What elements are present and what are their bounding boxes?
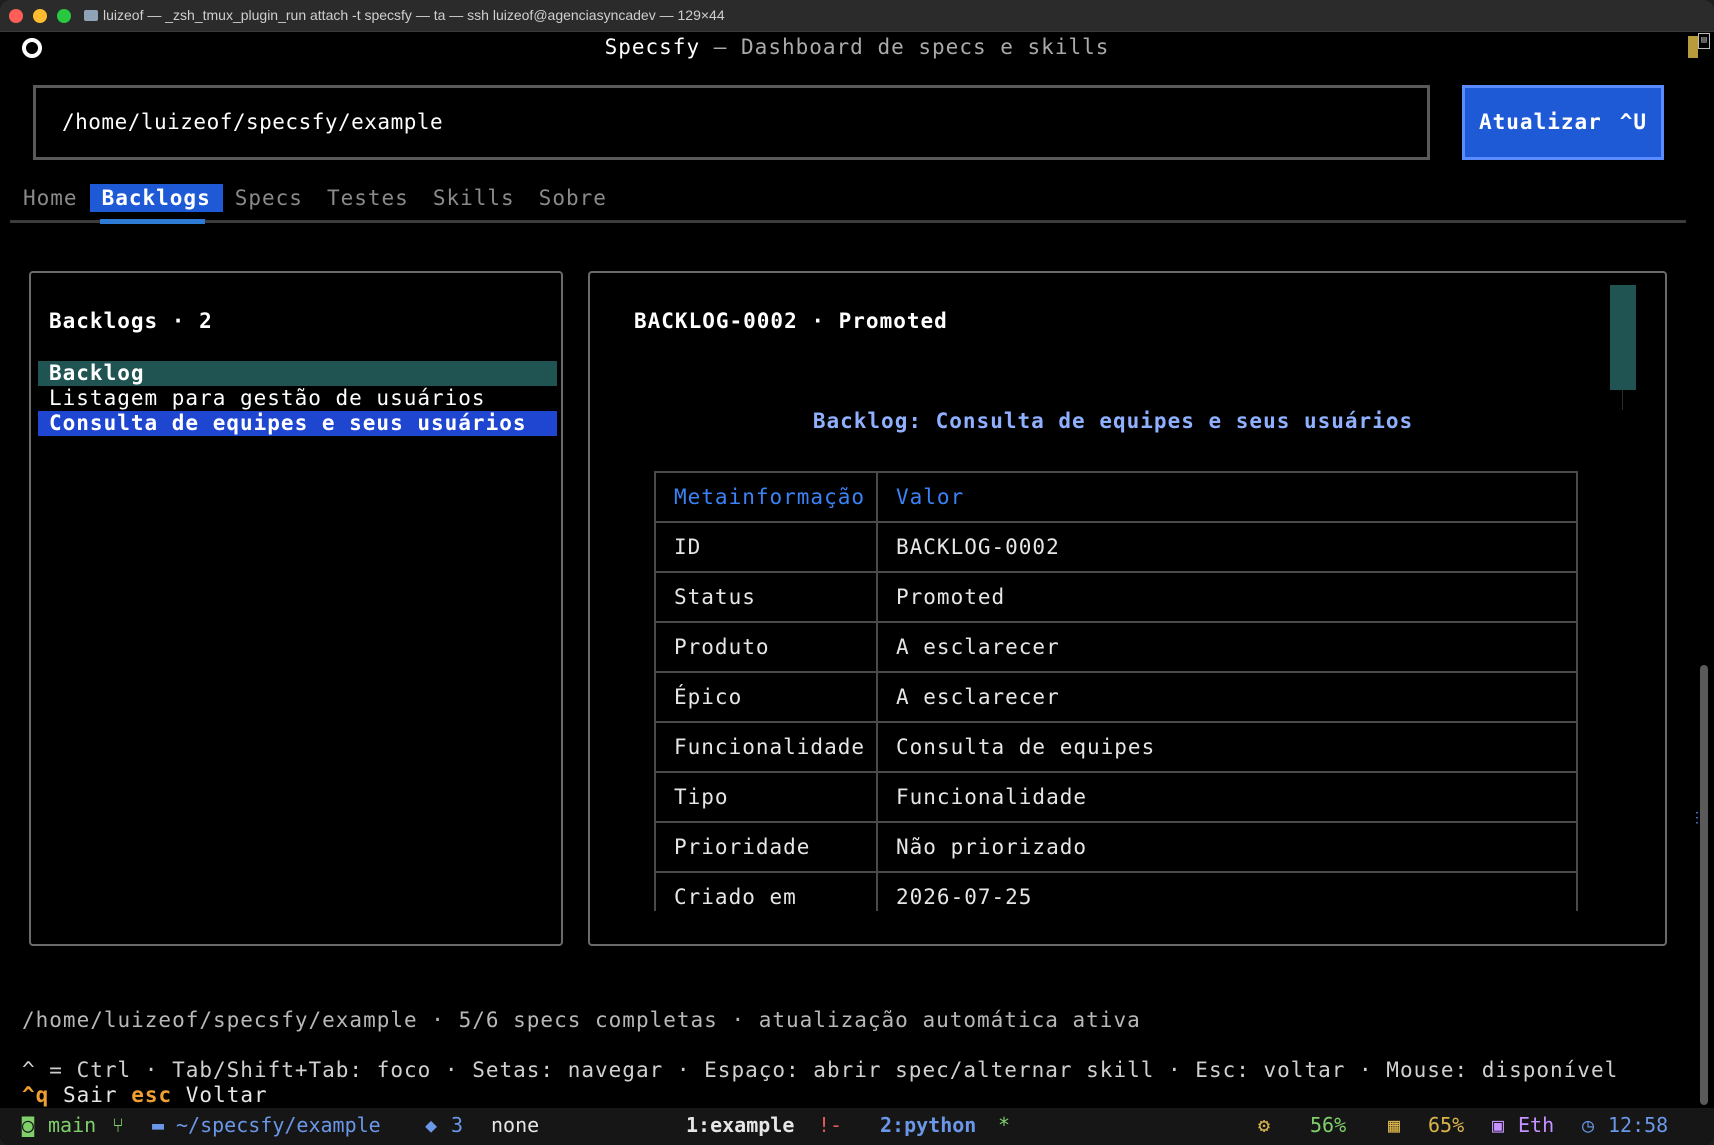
scroll-marker bbox=[1688, 36, 1698, 58]
meta-key: Épico bbox=[654, 671, 878, 723]
git-branch: main bbox=[48, 1113, 97, 1137]
detail-panel-title: BACKLOG-0002 · Promoted bbox=[634, 309, 948, 333]
shortcut-bar: ^q Sair esc Voltar bbox=[22, 1083, 268, 1107]
network-type: Eth bbox=[1518, 1113, 1555, 1137]
folder-icon: ▬ bbox=[152, 1113, 165, 1137]
terminal-window: luizeof — _zsh_tmux_plugin_run attach -t… bbox=[0, 0, 1714, 1145]
detail-heading: Backlog: Consulta de equipes e seus usuá… bbox=[812, 409, 1414, 433]
list-panel-title: Backlogs · 2 bbox=[49, 309, 213, 333]
meta-key: Criado em bbox=[654, 871, 878, 911]
app-subtitle: — Dashboard de specs e skills bbox=[700, 35, 1110, 59]
current-path: ~/specsfy/example bbox=[176, 1113, 381, 1137]
list-item[interactable]: Listagem para gestão de usuários bbox=[38, 386, 557, 411]
meta-value: A esclarecer bbox=[876, 621, 1578, 673]
refresh-shortcut-hint: ^U bbox=[1619, 110, 1647, 134]
meta-key: Produto bbox=[654, 621, 878, 673]
table-row: Status Promoted bbox=[654, 571, 1578, 623]
cpu-icon: ⚙ bbox=[1258, 1113, 1271, 1137]
table-row: Funcionalidade Consulta de equipes bbox=[654, 721, 1578, 773]
meta-key: Prioridade bbox=[654, 821, 878, 873]
close-window-button[interactable] bbox=[9, 9, 23, 23]
meta-key: ID bbox=[654, 521, 878, 573]
backlog-detail-panel[interactable]: BACKLOG-0002 · Promoted Backlog: Consult… bbox=[588, 271, 1667, 946]
detail-scrollbar[interactable] bbox=[1610, 285, 1636, 410]
meta-value: Consulta de equipes bbox=[876, 721, 1578, 773]
detail-scrollbar-track bbox=[1622, 390, 1636, 410]
app-name: Specsfy bbox=[604, 35, 701, 59]
backlog-list: Backlog Listagem para gestão de usuários… bbox=[38, 361, 557, 436]
meta-value: A esclarecer bbox=[876, 671, 1578, 723]
zoom-window-button[interactable] bbox=[57, 9, 71, 23]
table-header-row: Metainformação Valor bbox=[654, 471, 1578, 523]
path-input[interactable]: /home/luizeof/specsfy/example bbox=[33, 85, 1430, 160]
tab-bar: Home Backlogs Specs Testes Skills Sobre bbox=[22, 184, 619, 212]
table-row: Épico A esclarecer bbox=[654, 671, 1578, 723]
split-view-icon[interactable]: ▤ bbox=[1698, 33, 1710, 49]
tab-backlogs[interactable]: Backlogs bbox=[89, 184, 223, 212]
meta-value: Funcionalidade bbox=[876, 771, 1578, 823]
list-item-selected[interactable]: Consulta de equipes e seus usuários bbox=[38, 411, 557, 436]
network-icon: ▣ bbox=[1492, 1113, 1505, 1137]
clock-time: 12:58 bbox=[1608, 1113, 1669, 1137]
meta-value: BACKLOG-0002 bbox=[876, 521, 1578, 573]
memory-icon: ▦ bbox=[1388, 1113, 1401, 1137]
docker-count: 3 bbox=[451, 1113, 464, 1137]
refresh-button[interactable]: Atualizar ^U bbox=[1462, 85, 1664, 160]
app-header: Specsfy — Dashboard de specs e skills bbox=[0, 35, 1714, 59]
meta-value: Promoted bbox=[876, 571, 1578, 623]
quit-label[interactable]: Sair bbox=[63, 1083, 118, 1107]
column-header: Metainformação bbox=[654, 471, 878, 523]
tab-specs[interactable]: Specs bbox=[223, 184, 315, 212]
column-header: Valor bbox=[876, 471, 1578, 523]
help-line: ^ = Ctrl · Tab/Shift+Tab: foco · Setas: … bbox=[22, 1058, 1619, 1082]
tmux-window-python[interactable]: 2:python bbox=[880, 1113, 976, 1137]
window-flag: * bbox=[998, 1113, 1011, 1137]
meta-value: Não priorizado bbox=[876, 821, 1578, 873]
detail-scrollbar-thumb[interactable] bbox=[1610, 285, 1636, 390]
back-label[interactable]: Voltar bbox=[186, 1083, 268, 1107]
meta-value: 2026-07-25 bbox=[876, 871, 1578, 911]
metadata-table: Metainformação Valor ID BACKLOG-0002 Stat… bbox=[654, 471, 1578, 911]
memory-usage: 65% bbox=[1428, 1113, 1465, 1137]
quit-key: ^q bbox=[22, 1083, 50, 1107]
cat-icon: ◙ bbox=[22, 1113, 35, 1137]
table-row: ID BACKLOG-0002 bbox=[654, 521, 1578, 573]
window-title: luizeof — _zsh_tmux_plugin_run attach -t… bbox=[103, 7, 725, 23]
refresh-button-label: Atualizar bbox=[1479, 110, 1602, 134]
tab-home[interactable]: Home bbox=[22, 184, 90, 212]
tab-skills[interactable]: Skills bbox=[421, 184, 527, 212]
meta-key: Tipo bbox=[654, 771, 878, 823]
backlog-list-panel[interactable]: Backlogs · 2 Backlog Listagem para gestã… bbox=[29, 271, 563, 946]
window-flag: !- bbox=[818, 1113, 843, 1137]
tmux-window-example[interactable]: 1:example bbox=[686, 1113, 794, 1137]
title-bar: luizeof — _zsh_tmux_plugin_run attach -t… bbox=[0, 0, 1714, 32]
git-branch-icon: ⑂ bbox=[112, 1113, 124, 1137]
list-group-header[interactable]: Backlog bbox=[38, 361, 557, 386]
active-tab-indicator bbox=[100, 219, 205, 224]
tmux-status-bar: ◙ main ⑂ ▬ ~/specsfy/example ◆ 3 none 1:… bbox=[0, 1108, 1714, 1145]
tab-testes[interactable]: Testes bbox=[315, 184, 421, 212]
scroll-position-icon: ⋮ bbox=[1690, 810, 1704, 826]
table-row: Tipo Funcionalidade bbox=[654, 771, 1578, 823]
table-row: Produto A esclarecer bbox=[654, 621, 1578, 673]
tab-sobre[interactable]: Sobre bbox=[527, 184, 619, 212]
clock-icon: ◷ bbox=[1582, 1113, 1595, 1137]
window-scrollbar[interactable] bbox=[1700, 665, 1708, 1105]
meta-key: Status bbox=[654, 571, 878, 623]
minimize-window-button[interactable] bbox=[33, 9, 47, 23]
detail-viewport: BACKLOG-0002 · Promoted Backlog: Consult… bbox=[590, 273, 1665, 911]
back-key: esc bbox=[131, 1083, 173, 1107]
meta-key: Funcionalidade bbox=[654, 721, 878, 773]
cpu-usage: 56% bbox=[1310, 1113, 1347, 1137]
env-indicator: none bbox=[491, 1113, 540, 1137]
table-row: Prioridade Não priorizado bbox=[654, 821, 1578, 873]
docker-icon: ◆ bbox=[425, 1113, 438, 1137]
table-row: Criado em 2026-07-25 bbox=[654, 871, 1578, 911]
status-line: /home/luizeof/specsfy/example · 5/6 spec… bbox=[22, 1008, 1141, 1032]
tab-underline bbox=[10, 220, 1686, 223]
folder-icon bbox=[84, 10, 98, 21]
